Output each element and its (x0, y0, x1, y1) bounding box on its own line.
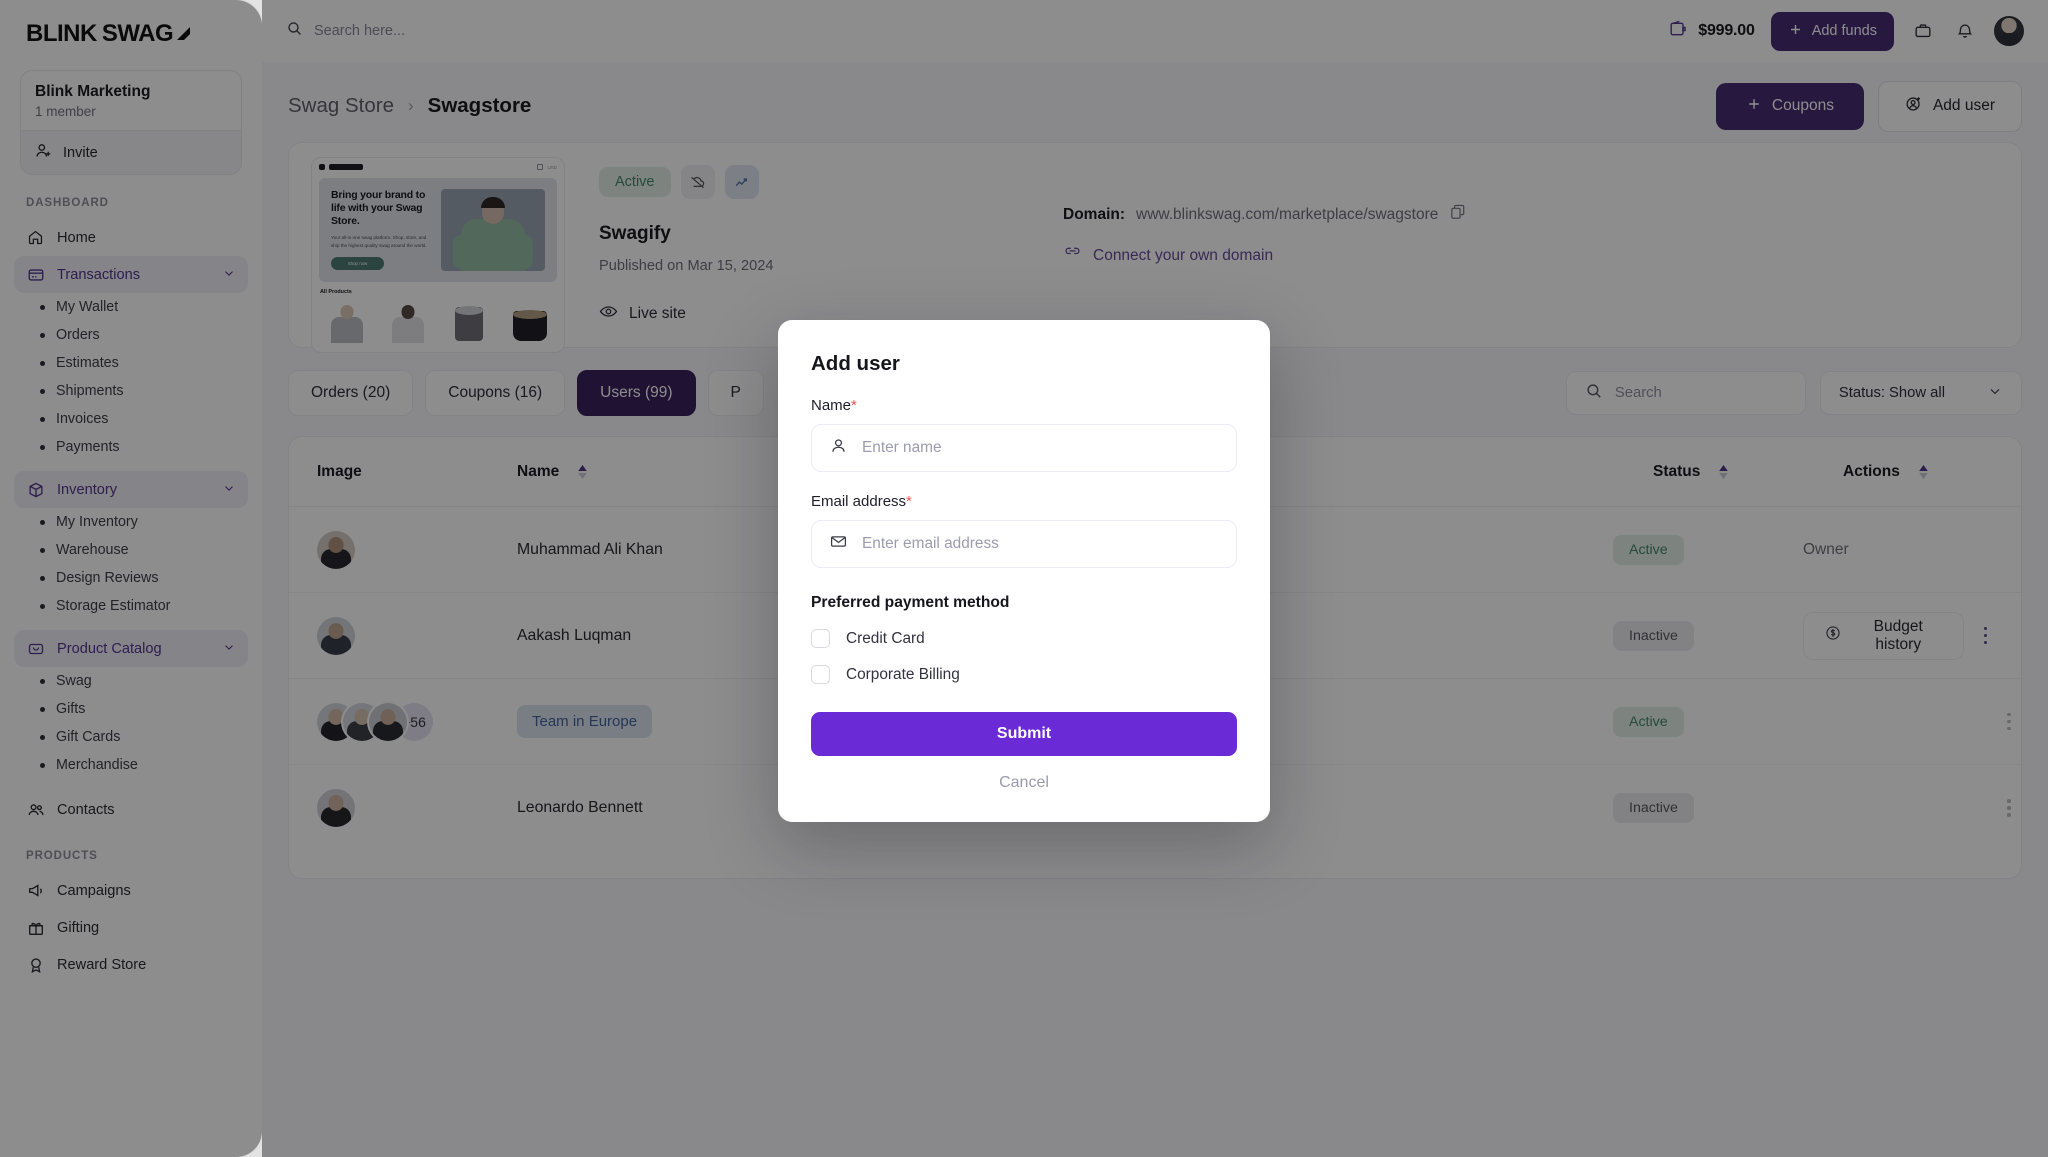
payment-option-corporate-billing[interactable]: Corporate Billing (811, 665, 1237, 684)
add-user-modal: Add user Name* Email address* Preferred … (778, 320, 1270, 822)
email-input[interactable] (862, 535, 1219, 553)
name-input[interactable] (862, 439, 1219, 457)
name-field-label: Name* (811, 397, 1237, 414)
checkbox[interactable] (811, 629, 830, 648)
app-root: BLINK SWAG Blink Marketing 1 member Invit… (0, 0, 2048, 1157)
cancel-button[interactable]: Cancel (811, 774, 1237, 792)
envelope-icon (829, 532, 848, 556)
checkbox[interactable] (811, 665, 830, 684)
required-marker: * (851, 397, 857, 414)
payment-method-title: Preferred payment method (811, 594, 1010, 611)
payment-option-corporate-billing-label: Corporate Billing (846, 665, 960, 683)
name-field[interactable] (811, 424, 1237, 472)
email-field[interactable] (811, 520, 1237, 568)
payment-option-credit-card-label: Credit Card (846, 629, 925, 647)
submit-button[interactable]: Submit (811, 712, 1237, 756)
name-label-text: Name (811, 397, 852, 414)
payment-option-credit-card[interactable]: Credit Card (811, 629, 1237, 648)
user-icon (829, 436, 848, 460)
required-marker: * (906, 493, 912, 510)
modal-title: Add user (811, 352, 900, 375)
email-label-text: Email address (811, 493, 907, 510)
email-field-label: Email address* (811, 493, 1237, 510)
